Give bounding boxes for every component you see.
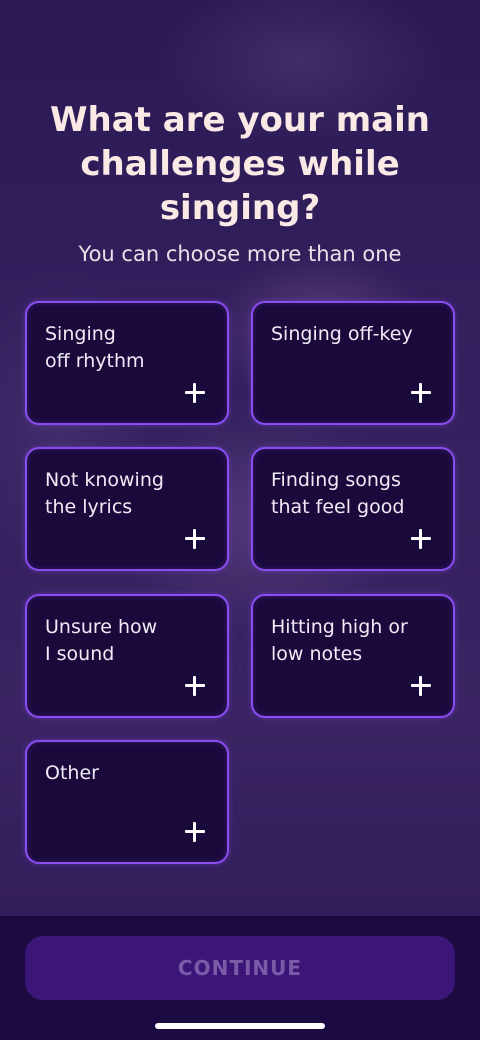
plus-icon bbox=[185, 529, 205, 549]
plus-icon bbox=[411, 383, 431, 403]
option-label: Singing off rhythm bbox=[45, 323, 145, 372]
option-singing-off-key[interactable]: Singing off-key bbox=[251, 301, 455, 425]
option-label: Finding songs that feel good bbox=[271, 469, 405, 518]
plus-icon bbox=[411, 676, 431, 696]
page-title: What are your main challenges while sing… bbox=[50, 100, 430, 228]
option-label: Not knowing the lyrics bbox=[45, 469, 164, 518]
option-label: Other bbox=[45, 762, 99, 784]
option-label: Singing off-key bbox=[271, 323, 413, 345]
option-hitting-high-low-notes[interactable]: Hitting high or low notes bbox=[251, 594, 455, 718]
plus-icon bbox=[185, 383, 205, 403]
option-label: Unsure how I sound bbox=[45, 616, 158, 665]
plus-icon bbox=[411, 529, 431, 549]
home-indicator[interactable] bbox=[155, 1023, 325, 1029]
option-not-knowing-lyrics[interactable]: Not knowing the lyrics bbox=[25, 447, 229, 571]
option-singing-off-rhythm[interactable]: Singing off rhythm bbox=[25, 301, 229, 425]
option-label: Hitting high or low notes bbox=[271, 616, 408, 665]
continue-button[interactable]: CONTINUE bbox=[25, 936, 455, 1000]
plus-icon bbox=[185, 676, 205, 696]
option-finding-songs[interactable]: Finding songs that feel good bbox=[251, 447, 455, 571]
option-unsure-how-i-sound[interactable]: Unsure how I sound bbox=[25, 594, 229, 718]
option-other[interactable]: Other bbox=[25, 740, 229, 864]
page-subtitle: You can choose more than one bbox=[78, 242, 402, 266]
plus-icon bbox=[185, 822, 205, 842]
